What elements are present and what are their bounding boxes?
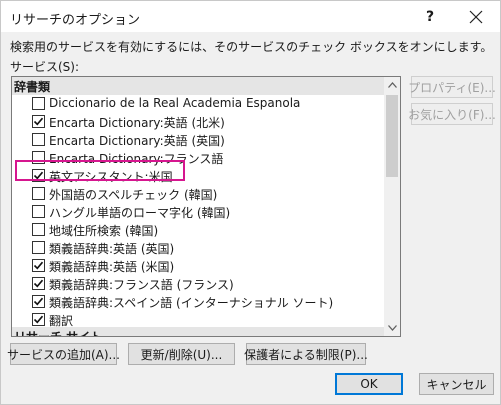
chevron-down-icon (387, 325, 397, 331)
checkbox-checked[interactable] (32, 115, 45, 128)
group-label: 辞書類 (14, 79, 51, 94)
checkbox-checked[interactable] (32, 295, 45, 308)
service-item[interactable]: 類義語辞典:英語 (英国) (12, 238, 384, 256)
service-item-label: ハングル単語のローマ字化 (韓国) (49, 206, 231, 220)
highlight-box (15, 160, 185, 181)
research-options-dialog: リサーチのオプション ? 検索用のサービスを有効にするには、そのサービスのチェッ… (0, 0, 501, 405)
checkbox-checked[interactable] (32, 259, 45, 272)
group-header-research-sites: リサーチ サイト (12, 327, 384, 337)
checkmark-icon (33, 261, 44, 270)
ok-button[interactable]: OK (335, 373, 403, 395)
services-label: サービス(S): (10, 60, 80, 74)
favorites-button[interactable]: お気に入り(F)... (408, 103, 496, 125)
parental-control-button[interactable]: 保護者による制限(P)... (244, 343, 368, 365)
scroll-up-button[interactable] (384, 77, 400, 93)
services-list[interactable]: 辞書類 Diccionario de la Real Academia Espa… (11, 76, 401, 337)
help-button[interactable]: ? (411, 2, 449, 32)
service-item-label: 外国語のスペルチェック (韓国) (49, 188, 218, 202)
service-item[interactable]: Encarta Dictionary:英語 (北米) (12, 112, 384, 130)
service-item[interactable]: 外国語のスペルチェック (韓国) (12, 184, 384, 202)
checkmark-icon (33, 279, 44, 288)
scroll-down-button[interactable] (384, 320, 400, 336)
service-item-label: 類義語辞典:スペイン語 (インターナショナル ソート) (49, 296, 334, 310)
instruction-text: 検索用のサービスを有効にするには、そのサービスのチェック ボックスをオンにします… (10, 40, 493, 54)
close-button[interactable] (453, 2, 499, 32)
checkmark-icon (33, 117, 44, 126)
service-item[interactable]: 類義語辞典:スペイン語 (インターナショナル ソート) (12, 292, 384, 310)
service-item-label: 類義語辞典:英語 (米国) (49, 260, 175, 274)
service-item-label: 地域住所検索 (韓国) (49, 224, 159, 238)
checkbox-checked[interactable] (32, 313, 45, 326)
cancel-button[interactable]: キャンセル (419, 373, 494, 395)
title-bar: リサーチのオプション ? (1, 1, 500, 32)
chevron-up-icon (387, 82, 397, 88)
group-label: リサーチ サイト (14, 329, 103, 337)
vertical-scrollbar[interactable] (384, 77, 400, 336)
checkbox-unchecked[interactable] (32, 133, 45, 146)
checkbox-checked[interactable] (32, 277, 45, 290)
service-item-label: Encarta Dictionary:英語 (英国) (49, 134, 225, 148)
checkmark-icon (33, 297, 44, 306)
checkbox-unchecked[interactable] (32, 97, 45, 110)
service-item-label: Encarta Dictionary:英語 (北米) (49, 116, 225, 130)
properties-button[interactable]: プロパティ(E)... (408, 76, 496, 98)
service-item[interactable]: Encarta Dictionary:英語 (英国) (12, 130, 384, 148)
checkbox-unchecked[interactable] (32, 205, 45, 218)
checkmark-icon (33, 315, 44, 324)
service-item[interactable]: ハングル単語のローマ字化 (韓国) (12, 202, 384, 220)
add-service-button[interactable]: サービスの追加(A)... (7, 343, 120, 365)
service-item[interactable]: 翻訳 (12, 310, 384, 328)
service-item-label: 類義語辞典:英語 (英国) (49, 242, 175, 256)
service-item-label: Diccionario de la Real Academia Espanola (49, 96, 301, 110)
checkbox-unchecked[interactable] (32, 223, 45, 236)
update-remove-button[interactable]: 更新/削除(U)... (128, 343, 235, 365)
checkbox-unchecked[interactable] (32, 241, 45, 254)
dialog-title: リサーチのオプション (10, 13, 141, 28)
scroll-thumb[interactable] (386, 95, 398, 177)
service-item[interactable]: 類義語辞典:フランス語 (フランス) (12, 274, 384, 292)
service-item-label: 類義語辞典:フランス語 (フランス) (49, 278, 234, 292)
service-item[interactable]: 地域住所検索 (韓国) (12, 220, 384, 238)
service-item[interactable]: Diccionario de la Real Academia Espanola (12, 94, 384, 112)
service-item[interactable]: 類義語辞典:英語 (米国) (12, 256, 384, 274)
group-header-dictionary: 辞書類 (12, 77, 384, 95)
close-icon (469, 10, 483, 24)
checkbox-unchecked[interactable] (32, 187, 45, 200)
